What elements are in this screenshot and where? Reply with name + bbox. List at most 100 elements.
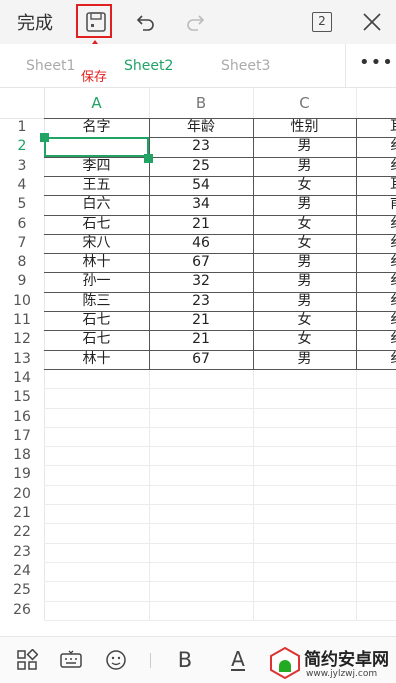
done-button[interactable]: 完成 — [17, 9, 53, 35]
table-cell[interactable]: 男 — [253, 157, 356, 176]
row-header[interactable]: 6 — [0, 215, 44, 234]
table-cell[interactable] — [356, 581, 396, 600]
table-cell[interactable] — [253, 562, 356, 581]
row-header[interactable]: 7 — [0, 234, 44, 253]
table-cell[interactable]: 纟 — [356, 215, 396, 234]
table-cell[interactable] — [44, 369, 149, 388]
table-cell[interactable] — [44, 485, 149, 504]
table-cell[interactable] — [356, 446, 396, 465]
redo-button[interactable] — [179, 6, 211, 38]
row-header[interactable]: 9 — [0, 272, 44, 291]
row-header[interactable]: 12 — [0, 330, 44, 349]
table-cell[interactable]: 54 — [149, 176, 253, 195]
table-cell[interactable]: 女 — [253, 330, 356, 349]
row-header[interactable]: 10 — [0, 292, 44, 311]
row-header[interactable]: 25 — [0, 581, 44, 600]
table-cell[interactable]: 林十 — [44, 253, 149, 272]
table-cell[interactable]: 纟 — [356, 157, 396, 176]
table-cell[interactable]: 孙一 — [44, 272, 149, 291]
table-cell[interactable] — [253, 485, 356, 504]
row-header[interactable]: 22 — [0, 523, 44, 542]
table-cell[interactable]: 25 — [149, 157, 253, 176]
table-cell[interactable]: 纟 — [356, 234, 396, 253]
row-header[interactable]: 4 — [0, 176, 44, 195]
table-cell[interactable]: 21 — [149, 330, 253, 349]
table-cell[interactable] — [44, 581, 149, 600]
table-cell[interactable] — [44, 504, 149, 523]
table-cell[interactable]: 耳 — [356, 176, 396, 195]
table-cell[interactable] — [149, 601, 253, 620]
table-cell[interactable]: 女 — [253, 234, 356, 253]
table-cell[interactable] — [44, 446, 149, 465]
table-cell[interactable] — [356, 562, 396, 581]
table-cell[interactable]: 男 — [253, 253, 356, 272]
table-cell[interactable] — [253, 408, 356, 427]
sheet-count-button[interactable]: 2 — [306, 6, 338, 38]
table-cell[interactable]: 甫 — [356, 195, 396, 214]
table-cell[interactable] — [149, 465, 253, 484]
table-cell[interactable]: 纟 — [356, 253, 396, 272]
table-cell[interactable] — [149, 543, 253, 562]
table-cell[interactable] — [149, 485, 253, 504]
table-cell[interactable] — [356, 427, 396, 446]
tab-sheet3[interactable]: Sheet3 — [221, 58, 270, 74]
table-cell[interactable]: 女 — [253, 215, 356, 234]
table-cell[interactable] — [356, 523, 396, 542]
row-header[interactable]: 23 — [0, 543, 44, 562]
row-header[interactable]: 13 — [0, 350, 44, 369]
close-button[interactable] — [356, 6, 388, 38]
table-cell[interactable]: 21 — [149, 215, 253, 234]
row-header[interactable]: 18 — [0, 446, 44, 465]
table-cell[interactable] — [44, 543, 149, 562]
table-cell[interactable]: 年龄 — [149, 118, 253, 137]
tab-sheet1[interactable]: Sheet1 — [26, 58, 75, 74]
table-cell[interactable]: 32 — [149, 272, 253, 291]
table-cell[interactable] — [356, 388, 396, 407]
table-cell[interactable] — [44, 408, 149, 427]
row-header[interactable]: 3 — [0, 157, 44, 176]
column-header-b[interactable]: B — [149, 88, 253, 118]
table-cell[interactable] — [44, 562, 149, 581]
table-cell[interactable]: 石七 — [44, 215, 149, 234]
table-cell[interactable]: 纟 — [356, 292, 396, 311]
table-cell[interactable]: 67 — [149, 350, 253, 369]
table-cell[interactable] — [253, 369, 356, 388]
undo-button[interactable] — [130, 6, 162, 38]
table-cell[interactable]: 21 — [149, 311, 253, 330]
table-cell[interactable] — [149, 562, 253, 581]
table-cell[interactable]: 男 — [253, 292, 356, 311]
table-cell[interactable]: 陈三 — [44, 292, 149, 311]
table-cell[interactable] — [253, 504, 356, 523]
table-cell[interactable] — [253, 581, 356, 600]
table-cell[interactable] — [253, 446, 356, 465]
font-color-button[interactable]: A — [225, 647, 251, 673]
table-cell[interactable] — [44, 388, 149, 407]
table-cell[interactable]: 纟 — [356, 350, 396, 369]
table-cell[interactable] — [149, 408, 253, 427]
column-header-a[interactable]: A — [44, 88, 149, 118]
selection-handle-end[interactable] — [144, 153, 153, 163]
table-cell[interactable]: 宋八 — [44, 234, 149, 253]
row-header[interactable]: 16 — [0, 408, 44, 427]
table-cell[interactable]: 女 — [253, 311, 356, 330]
table-cell[interactable]: 白六 — [44, 195, 149, 214]
voice-button[interactable] — [103, 647, 129, 673]
table-cell[interactable] — [253, 523, 356, 542]
row-header[interactable]: 17 — [0, 427, 44, 446]
row-header[interactable]: 15 — [0, 388, 44, 407]
table-cell[interactable] — [149, 523, 253, 542]
table-cell[interactable]: 耳 — [356, 118, 396, 137]
table-cell[interactable] — [253, 465, 356, 484]
table-cell[interactable] — [253, 601, 356, 620]
table-cell[interactable] — [253, 543, 356, 562]
table-cell[interactable]: 纟 — [356, 272, 396, 291]
table-cell[interactable] — [356, 408, 396, 427]
table-cell[interactable]: 石七 — [44, 311, 149, 330]
row-header[interactable]: 21 — [0, 504, 44, 523]
table-cell[interactable] — [44, 601, 149, 620]
column-header-c[interactable]: C — [253, 88, 356, 118]
row-header[interactable]: 19 — [0, 465, 44, 484]
table-cell[interactable]: 男 — [253, 350, 356, 369]
row-header[interactable]: 5 — [0, 195, 44, 214]
table-cell[interactable] — [149, 446, 253, 465]
